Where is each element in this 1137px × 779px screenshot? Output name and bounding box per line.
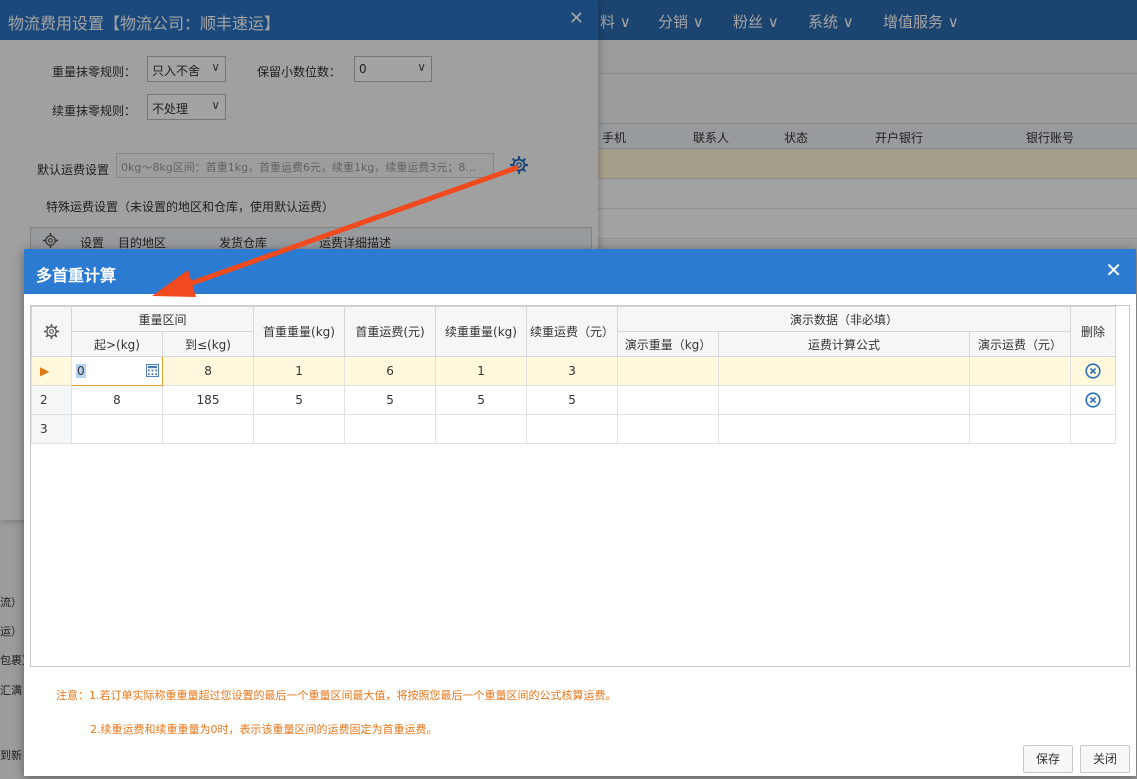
extra-weight-cell[interactable]: 5: [435, 385, 528, 415]
formula-cell: [718, 414, 971, 444]
formula-cell: [718, 356, 971, 386]
header-extra-weight: 续重重量(kg): [435, 306, 528, 357]
header-demo-weight: 演示重量（kg）: [617, 331, 720, 357]
first-weight-cell[interactable]: [253, 414, 346, 444]
weight-range-table: 重量区间 首重重量(kg) 首重运费(元) 续重重量(kg) 续重运费（元） 演…: [31, 306, 1117, 444]
first-fee-cell[interactable]: 6: [344, 356, 437, 386]
header-weight-range: 重量区间: [70, 306, 255, 332]
table-row[interactable]: 3: [31, 414, 1117, 444]
multi-dialog-titlebar: 多首重计算 ✕: [24, 249, 1136, 294]
extra-fee-cell[interactable]: [526, 414, 619, 444]
save-button[interactable]: 保存: [1023, 745, 1073, 773]
close-button[interactable]: 关闭: [1080, 745, 1130, 773]
extra-weight-cell[interactable]: [435, 414, 528, 444]
start-weight-cell[interactable]: [71, 414, 163, 444]
delete-cell: [1070, 414, 1117, 444]
demo-fee-cell: [969, 356, 1072, 386]
first-weight-cell[interactable]: 1: [253, 356, 346, 386]
header-delete: 删除: [1070, 306, 1117, 357]
header-demo-data: 演示数据（非必填）: [617, 306, 1072, 332]
row-number: 2: [31, 385, 72, 415]
header-first-fee: 首重运费(元): [344, 306, 437, 357]
header-demo-fee: 演示运费（元）: [969, 331, 1072, 357]
extra-fee-cell[interactable]: 5: [526, 385, 619, 415]
delete-cell[interactable]: [1070, 385, 1117, 415]
start-weight-input-cell[interactable]: 0: [71, 356, 163, 386]
table-row[interactable]: ▶ 0 8 1 6 1 3: [31, 356, 1117, 386]
row-number: 3: [31, 414, 72, 444]
demo-weight-cell[interactable]: [617, 356, 720, 386]
extra-fee-cell[interactable]: 3: [526, 356, 619, 386]
start-weight-cell[interactable]: 8: [71, 385, 163, 415]
demo-fee-cell: [969, 414, 1072, 444]
first-fee-cell[interactable]: [344, 414, 437, 444]
multi-dialog-close-icon[interactable]: ✕: [1105, 260, 1122, 280]
header-first-weight: 首重重量(kg): [253, 306, 346, 357]
header-start: 起>(kg): [71, 331, 163, 357]
multi-dialog-title: 多首重计算: [36, 266, 117, 285]
demo-fee-cell: [969, 385, 1072, 415]
delete-circle-icon[interactable]: [1085, 363, 1101, 379]
grid-settings-cell[interactable]: [31, 306, 72, 357]
calculator-icon[interactable]: [146, 364, 159, 377]
gear-icon[interactable]: [43, 323, 60, 340]
delete-cell[interactable]: [1070, 356, 1117, 386]
start-weight-value: 0: [76, 364, 86, 378]
end-weight-cell[interactable]: 8: [161, 356, 255, 386]
first-fee-cell[interactable]: 5: [344, 385, 437, 415]
end-weight-cell[interactable]: [161, 414, 255, 444]
multi-first-weight-dialog: 多首重计算 ✕ 重量区间 首重重量(kg) 首重运费(元) 续重重量(kg) 续…: [24, 249, 1136, 776]
row-indicator: ▶: [31, 356, 72, 386]
header-extra-fee: 续重运费（元）: [526, 306, 619, 357]
end-weight-cell[interactable]: 185: [161, 385, 255, 415]
demo-weight-cell[interactable]: [617, 414, 720, 444]
delete-circle-icon[interactable]: [1085, 392, 1101, 408]
extra-weight-cell[interactable]: 1: [435, 356, 528, 386]
header-formula: 运费计算公式: [718, 331, 971, 357]
note-line-2: 2.续重运费和续重重量为0时，表示该重量区间的运费固定为首重运费。: [90, 723, 438, 736]
formula-cell: [718, 385, 971, 415]
note-line-1: 注意：1.若订单实际称重重量超过您设置的最后一个重量区间最大值，将按照您最后一个…: [56, 689, 617, 702]
table-row[interactable]: 2 8 185 5 5 5 5: [31, 385, 1117, 415]
demo-weight-cell[interactable]: [617, 385, 720, 415]
first-weight-cell[interactable]: 5: [253, 385, 346, 415]
header-end: 到≤(kg): [161, 331, 255, 357]
weight-range-grid: 重量区间 首重重量(kg) 首重运费(元) 续重重量(kg) 续重运费（元） 演…: [30, 305, 1130, 667]
